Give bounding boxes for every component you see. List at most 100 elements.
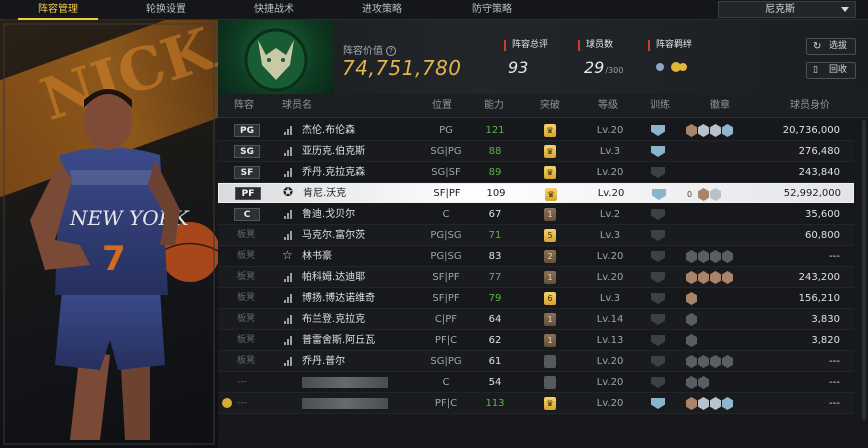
table-row[interactable]: 板凳 博扬.博达诺维奇 SF|PF 79 6 Lv.3 156,210 [218,288,854,309]
table-row[interactable]: SG 亚历克.伯克斯 SG|PG 88 ♛ Lv.3 276,480 [218,141,854,162]
badge-icon[interactable] [722,397,733,410]
player-name[interactable]: 亚历克.伯克斯 [302,141,365,162]
player-name[interactable]: 杰伦.布伦森 [302,120,355,141]
training-icon[interactable] [651,146,665,157]
table-row[interactable]: 板凳 ☆ 林书豪 PG|SG 83 2 Lv.20 --- [218,246,854,267]
tab-offense-strategy[interactable]: 进攻策略 [342,0,422,20]
training-icon[interactable] [651,335,665,346]
badge-icon[interactable] [686,271,697,284]
recycle-button[interactable]: ▯ 回收 [806,62,856,79]
training-icon[interactable] [651,314,665,325]
badge-icon[interactable] [686,376,697,389]
tab-quick-tactics[interactable]: 快捷战术 [234,0,314,20]
table-row[interactable]: C 鲁迪.戈贝尔 C 67 1 Lv.2 35,600 [218,204,854,225]
badge-icon[interactable] [686,292,697,305]
training-icon[interactable] [651,230,665,241]
table-row[interactable]: SF 乔丹.克拉克森 SG|SF 89 ♛ Lv.20 243,840 [218,162,854,183]
player-name[interactable]: 乔丹.普尔 [302,351,345,372]
badge-icon[interactable] [710,397,721,410]
badge-icon[interactable] [710,271,721,284]
badge-icon[interactable] [698,124,709,137]
player-name[interactable]: 林书豪 [302,246,332,267]
badge-icon[interactable] [686,397,697,410]
badge-icon[interactable] [722,250,733,263]
badge-icon[interactable] [686,313,697,326]
badge-icon[interactable] [710,355,721,368]
training-icon[interactable] [651,356,665,367]
badge-icon[interactable] [722,271,733,284]
breakthrough-icon[interactable]: ♛ [544,397,556,410]
player-name[interactable]: 帕科姆.达迪耶 [302,267,365,288]
badge-icon[interactable] [698,188,709,201]
table-row[interactable]: PG 杰伦.布伦森 PG 121 ♛ Lv.20 20,736,000 [218,120,854,141]
player-name[interactable]: 布兰登.克拉克 [302,309,365,330]
badge-icon[interactable] [698,355,709,368]
badge-icon[interactable] [710,124,721,137]
breakthrough-icon[interactable]: 1 [544,334,556,347]
breakthrough-icon[interactable] [544,376,556,389]
col-breakthrough[interactable]: 突破 [540,94,560,118]
table-row[interactable]: 板凳 布兰登.克拉克 C|PF 64 1 Lv.14 3,830 [218,309,854,330]
breakthrough-icon[interactable]: 1 [544,313,556,326]
player-name[interactable]: 乔丹.克拉克森 [302,162,365,183]
player-name[interactable]: 肯尼.沃克 [303,184,346,205]
badge-icon[interactable] [710,188,721,201]
col-badges[interactable]: 徽章 [710,94,730,118]
training-icon[interactable] [651,377,665,388]
col-training[interactable]: 训练 [650,94,670,118]
badge-icon[interactable] [698,250,709,263]
tab-lineup-management[interactable]: 阵容管理 [18,0,98,20]
tab-rotation-settings[interactable]: 轮换设置 [126,0,206,20]
badge-icon[interactable] [698,397,709,410]
breakthrough-icon[interactable]: ♛ [544,166,556,179]
breakthrough-icon[interactable]: ♛ [544,124,556,137]
bond-icons[interactable] [654,60,690,77]
breakthrough-icon[interactable]: 1 [544,271,556,284]
badge-icon[interactable] [722,355,733,368]
badge-icon[interactable] [686,250,697,263]
breakthrough-icon[interactable]: ♛ [544,145,556,158]
tab-defense-strategy[interactable]: 防守策略 [452,0,532,20]
breakthrough-icon[interactable]: 1 [544,208,556,221]
help-icon[interactable]: ? [386,46,396,56]
col-level[interactable]: 等级 [598,94,618,118]
table-row[interactable]: 板凳 马克尔.富尔茨 PG|SG 71 5 Lv.3 60,800 [218,225,854,246]
breakthrough-icon[interactable] [544,355,556,368]
badge-icon[interactable] [698,376,709,389]
table-row[interactable]: --- PF|C 113 ♛ Lv.20 --- [218,393,854,414]
breakthrough-icon[interactable]: 6 [544,292,556,305]
training-icon[interactable] [652,189,666,200]
team-select-dropdown[interactable]: 尼克斯 [718,1,856,18]
table-row-selected[interactable]: PF ✪ 肯尼.沃克 SF|PF 109 ♛ Lv.20 0 52,992,000 [218,183,854,203]
badge-icon[interactable] [698,271,709,284]
training-icon[interactable] [651,251,665,262]
table-row[interactable]: --- C 54 Lv.20 --- [218,372,854,393]
badge-icon[interactable] [710,250,721,263]
training-icon[interactable] [651,125,665,136]
training-icon[interactable] [651,293,665,304]
player-name[interactable]: 普雷舍斯.阿丘瓦 [302,330,375,351]
select-button[interactable]: ↻ 选拔 [806,38,856,55]
col-position[interactable]: 位置 [432,94,452,118]
badge-icon[interactable] [686,124,697,137]
col-ability[interactable]: 能力 [484,94,504,118]
player-name[interactable]: 鲁迪.戈贝尔 [302,204,355,225]
training-icon[interactable] [651,209,665,220]
table-row[interactable]: 板凳 普雷舍斯.阿丘瓦 PF|C 62 1 Lv.13 3,820 [218,330,854,351]
breakthrough-icon[interactable]: 2 [544,250,556,263]
col-lineup[interactable]: 阵容 [234,94,254,118]
col-salary[interactable]: 球员身价 [790,94,830,118]
col-player-name[interactable]: 球员名 [282,94,312,118]
table-row[interactable]: 板凳 帕科姆.达迪耶 SF|PF 77 1 Lv.20 243,200 [218,267,854,288]
table-row[interactable]: 板凳 乔丹.普尔 SG|PG 61 Lv.20 --- [218,351,854,372]
badge-icon[interactable] [722,124,733,137]
badge-icon[interactable] [686,334,697,347]
badge-icon[interactable] [686,355,697,368]
player-name[interactable]: 博扬.博达诺维奇 [302,288,375,309]
training-icon[interactable] [651,272,665,283]
training-icon[interactable] [651,167,665,178]
breakthrough-icon[interactable]: ♛ [545,188,557,201]
player-name[interactable]: 马克尔.富尔茨 [302,225,365,246]
training-icon[interactable] [651,398,665,409]
breakthrough-icon[interactable]: 5 [544,229,556,242]
